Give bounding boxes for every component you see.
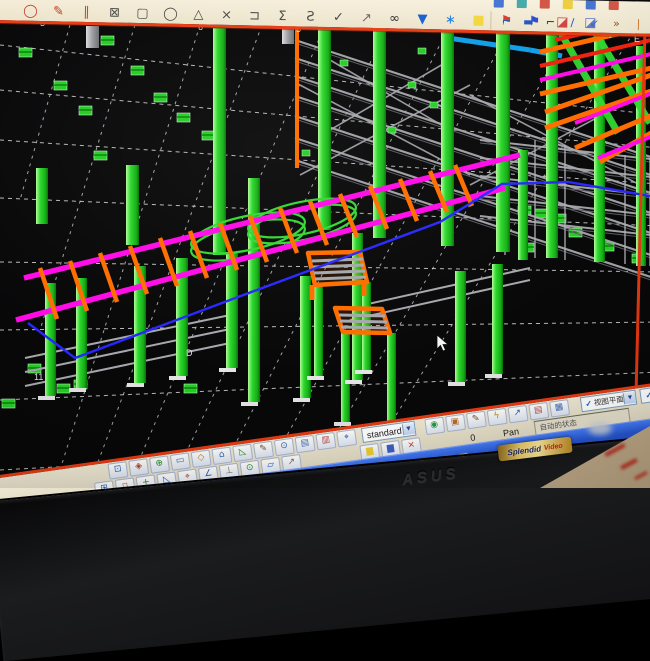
chevron-down-icon[interactable]: ▼: [401, 423, 414, 436]
top-toolbar-sub-row: ⌐ ▬ ⌐ ∕ ↙ » |: [490, 11, 650, 33]
snap-rhomb-icon[interactable]: ◇: [191, 449, 212, 467]
weld-stick-icon[interactable]: |: [631, 16, 645, 30]
cut-toolbar-icon[interactable]: [586, 0, 596, 9]
render-cube-icon[interactable]: ▣: [445, 413, 466, 431]
weld-slash-icon[interactable]: ∕: [565, 15, 579, 29]
render-sphere-icon[interactable]: ◉: [424, 416, 445, 434]
circle-tool-icon[interactable]: ◯: [161, 6, 179, 22]
cut-toolbar-icon[interactable]: [609, 1, 619, 10]
weld-arrow-icon[interactable]: ↙: [587, 15, 601, 29]
draw-pen-red-icon[interactable]: ✎: [49, 3, 67, 19]
view-plane-value: 视图平面: [593, 393, 624, 408]
weld-bar-icon[interactable]: ▬: [521, 14, 535, 28]
yellow-note-icon[interactable]: ■: [469, 12, 487, 28]
snap-grid-icon[interactable]: ▤: [295, 434, 316, 452]
cross-tool-icon[interactable]: ×: [217, 7, 235, 23]
snap-plus-icon[interactable]: ⊕: [149, 455, 170, 473]
weld-corner-icon[interactable]: ⌐: [499, 14, 513, 28]
snap-rect-icon[interactable]: ▭: [170, 452, 191, 470]
snap-box-icon[interactable]: ⊡: [107, 461, 128, 479]
sticker-secondary-text: Video: [543, 442, 563, 451]
check-icon: ✓: [585, 399, 593, 409]
magic-wand-icon[interactable]: ∗: [441, 11, 459, 27]
svg-text:D: D: [186, 348, 193, 358]
snap-diamond-icon[interactable]: ◈: [128, 458, 149, 476]
weld-chevrons-icon[interactable]: »: [609, 16, 623, 30]
svg-text:11: 11: [34, 372, 43, 382]
check-tool-icon[interactable]: ✓: [329, 9, 347, 25]
cut-toolbar-icon[interactable]: [563, 0, 573, 9]
zigzag-tool-icon[interactable]: Ƨ: [301, 8, 319, 24]
bezel-reflection: [588, 422, 612, 435]
route-arrow-icon[interactable]: ↗: [507, 405, 528, 423]
snap-dot-icon[interactable]: ⊙: [274, 437, 295, 455]
snap-home-icon[interactable]: ⌂: [211, 446, 232, 464]
chevron-down-icon[interactable]: ▼: [623, 392, 636, 405]
draw-circle-red-icon[interactable]: ◯: [21, 3, 39, 19]
snap-target-icon[interactable]: ⌖: [336, 429, 357, 447]
clip-plane-icon[interactable]: ⊠: [105, 4, 123, 20]
snap-pen-icon[interactable]: ✎: [253, 440, 274, 458]
cut-toolbar-icon[interactable]: [540, 0, 550, 9]
cut-toolbar-icon[interactable]: [494, 0, 504, 8]
image-a-icon[interactable]: ▤: [528, 402, 549, 420]
image-b-icon[interactable]: ▦: [549, 399, 570, 417]
check-icon: ✓: [645, 390, 650, 400]
sum-tool-icon[interactable]: Σ: [273, 8, 291, 24]
monitor-photo: 37657E11D ◯✎∥⊠▢◯△×⊐ΣƧ✓↗∞▼∗■⚑⚑◪◪ ⌐▬⌐∕↙»| …: [0, 0, 650, 488]
coordinate-readout: 0: [470, 432, 476, 443]
bolt-icon[interactable]: ϟ: [486, 407, 507, 425]
orange-column: [295, 22, 299, 168]
view-preset-value: standard: [366, 425, 402, 440]
hatch-red-icon[interactable]: ∥: [77, 4, 95, 20]
cut-toolbar-icon[interactable]: [517, 0, 527, 8]
weld-corner2-icon[interactable]: ⌐: [543, 15, 557, 29]
arrow-ne-icon[interactable]: ↗: [357, 10, 375, 26]
binoculars-icon[interactable]: ∞: [385, 10, 403, 26]
edit-pen-icon[interactable]: ✎: [465, 410, 486, 428]
work-plane-combobox[interactable]: ✓ 工作平面 ▼: [639, 381, 650, 404]
triangle-tool-icon[interactable]: △: [189, 6, 207, 22]
corner-tool-icon[interactable]: ⊐: [245, 7, 263, 23]
sticker-primary-text: Splendid: [507, 444, 542, 457]
snap-hatch-icon[interactable]: ▥: [315, 431, 336, 449]
filter-funnel-icon[interactable]: ▼: [413, 11, 431, 27]
snap-tri-icon[interactable]: ◺: [232, 443, 253, 461]
rect-tool-icon[interactable]: ▢: [133, 5, 151, 21]
